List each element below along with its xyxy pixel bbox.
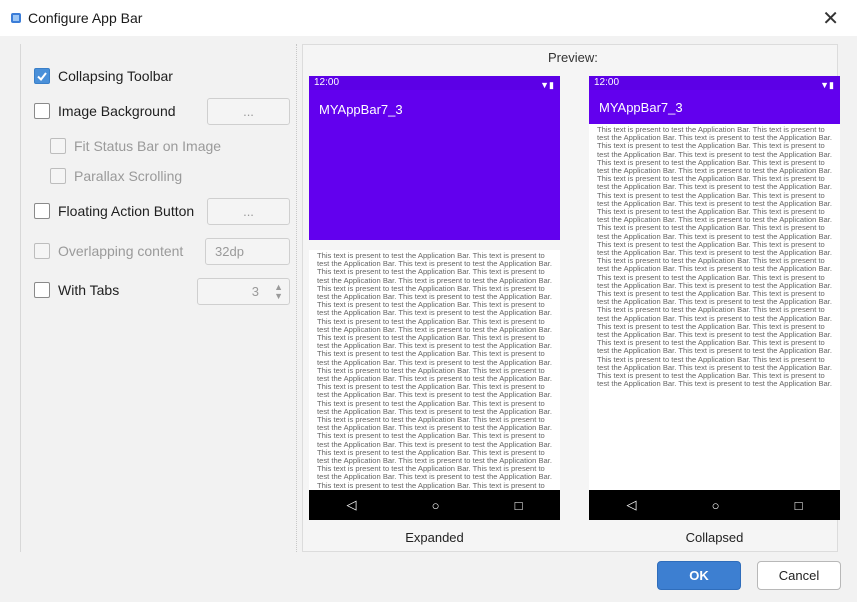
collapsing-toolbar-label: Collapsing Toolbar xyxy=(58,68,173,84)
parallax-scrolling-option: Parallax Scrolling xyxy=(50,168,182,184)
overlapping-content-field: 32dp xyxy=(205,238,290,265)
android-studio-icon xyxy=(11,13,21,23)
expanded-nav-bar: ◁ ○ □ xyxy=(309,490,560,520)
tabs-count-value: 3 xyxy=(251,284,259,299)
overlapping-content-label: Overlapping content xyxy=(58,243,184,259)
fab-label: Floating Action Button xyxy=(58,203,195,219)
spinner-arrows-icon[interactable]: ▲ ▼ xyxy=(274,283,283,301)
home-icon: ○ xyxy=(431,497,440,513)
preview-label: Preview: xyxy=(548,50,598,65)
overlapping-content-value: 32dp xyxy=(215,244,244,259)
expanded-content: This text is present to test the Applica… xyxy=(309,250,560,490)
expanded-sample-text: This text is present to test the Applica… xyxy=(317,251,552,490)
expanded-phone-preview: 12:00 ▼▮ MYAppBar7_3 This text is presen… xyxy=(309,76,560,522)
fit-status-bar-checkbox xyxy=(50,138,66,154)
collapsing-toolbar-option[interactable]: Collapsing Toolbar xyxy=(34,68,173,84)
with-tabs-checkbox[interactable] xyxy=(34,282,50,298)
fab-checkbox[interactable] xyxy=(34,203,50,219)
recent-apps-icon: □ xyxy=(514,497,523,513)
collapsed-home-icon: ○ xyxy=(711,497,720,513)
expanded-status-time: 12:00 xyxy=(314,77,340,88)
with-tabs-option[interactable]: With Tabs xyxy=(34,282,119,298)
image-background-field: ... xyxy=(207,98,290,125)
expanded-caption: Expanded xyxy=(405,530,464,545)
expanded-status-bar: 12:00 ▼▮ xyxy=(309,76,560,90)
back-icon: ◁ xyxy=(346,497,357,512)
parallax-scrolling-checkbox xyxy=(50,168,66,184)
collapsing-toolbar-checkbox[interactable] xyxy=(34,68,50,84)
ok-button[interactable]: OK xyxy=(657,561,741,590)
overlapping-content-checkbox xyxy=(34,243,50,259)
close-icon[interactable]: ✕ xyxy=(822,6,839,31)
fit-status-bar-option: Fit Status Bar on Image xyxy=(50,138,221,154)
collapsed-app-bar: MYAppBar7_3 xyxy=(589,90,840,124)
collapsed-status-time: 12:00 xyxy=(594,77,620,88)
cancel-button[interactable]: Cancel xyxy=(757,561,841,590)
image-background-checkbox[interactable] xyxy=(34,103,50,119)
fab-field-value: ... xyxy=(243,204,254,219)
collapsed-nav-bar: ◁ ○ □ xyxy=(589,490,840,520)
title-bar: Configure App Bar ✕ xyxy=(0,0,857,36)
parallax-scrolling-label: Parallax Scrolling xyxy=(74,168,183,184)
overlapping-content-option: Overlapping content xyxy=(34,243,183,259)
collapsed-app-title: MYAppBar7_3 xyxy=(599,100,683,115)
tabs-count-spinner[interactable]: 3 ▲ ▼ xyxy=(197,278,290,305)
collapsed-phone-preview: 12:00 ▼▮ MYAppBar7_3 This text is presen… xyxy=(589,76,840,522)
expanded-app-bar: MYAppBar7_3 xyxy=(309,90,560,240)
collapsed-recent-apps-icon: □ xyxy=(794,497,803,513)
with-tabs-label: With Tabs xyxy=(58,282,120,298)
checkmark-icon xyxy=(37,72,47,82)
fab-field: ... xyxy=(207,198,290,225)
fab-option[interactable]: Floating Action Button xyxy=(34,203,194,219)
collapsed-content: This text is present to test the Applica… xyxy=(589,124,840,490)
collapsed-status-bar: 12:00 ▼▮ xyxy=(589,76,840,90)
collapsed-back-icon: ◁ xyxy=(626,497,637,512)
image-background-field-value: ... xyxy=(243,104,254,119)
expanded-app-title: MYAppBar7_3 xyxy=(319,102,403,117)
collapsed-caption: Collapsed xyxy=(685,530,744,545)
image-background-label: Image Background xyxy=(58,103,176,119)
fit-status-bar-label: Fit Status Bar on Image xyxy=(74,138,222,154)
collapsed-sample-text: This text is present to test the Applica… xyxy=(597,125,832,389)
window-title: Configure App Bar xyxy=(28,10,143,26)
image-background-option[interactable]: Image Background xyxy=(34,103,176,119)
